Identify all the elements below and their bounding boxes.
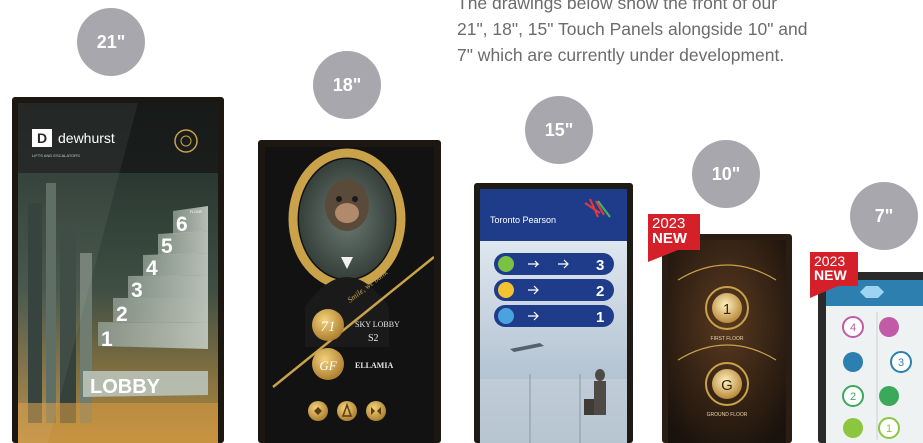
touch-panel-18: Smile, we bank 71 SKY LOBBY S2 GF ELLAMI…	[258, 140, 441, 443]
intro-line-3: 7" which are currently under development…	[457, 45, 785, 65]
panel-10-screen: 1 FIRST FLOOR G GROUND FLOOR	[668, 240, 786, 443]
panel-18-screen: Smile, we bank 71 SKY LOBBY S2 GF ELLAMI…	[265, 147, 434, 443]
panel-21-graphic: D dewhurst LIFTS AND ESCALATORS 6 5 4 3 …	[18, 103, 218, 443]
new-tag-10: 2023 NEW	[648, 214, 700, 262]
panel-7-drink-icon	[843, 418, 863, 438]
panel-15-floor-2: 2	[596, 283, 604, 300]
new-tag-10-year: 2023	[652, 215, 686, 232]
new-tag-7-year: 2023	[814, 253, 846, 269]
floor-2-button[interactable]: 2	[116, 303, 128, 326]
panel-15-graphic: Toronto Pearson 3 2 1	[480, 189, 627, 443]
panel-10-first-floor-caption: FIRST FLOOR	[711, 336, 744, 342]
sky-lobby-sub: S2	[368, 333, 379, 344]
panel-18-graphic: Smile, we bank 71 SKY LOBBY S2 GF ELLAMI…	[272, 148, 434, 421]
panel-7-floor-3: 3	[898, 357, 904, 369]
gf-sub-label: ELLAMIA	[355, 361, 393, 370]
panel-7-graphic: 4 3 2 1	[826, 280, 923, 443]
panel-10-floor-g-label: G	[721, 377, 733, 394]
panel-7-floor-2: 2	[850, 391, 856, 403]
panel-15-screen: Toronto Pearson 3 2 1	[480, 189, 627, 443]
panel-10-floor-1-label: 1	[723, 301, 731, 318]
floor-5-button[interactable]: 5	[161, 235, 173, 258]
panel-7-people-icon	[843, 352, 863, 372]
panel-15-brand: Toronto Pearson	[490, 215, 556, 225]
panel-21-screen: D dewhurst LIFTS AND ESCALATORS 6 5 4 3 …	[18, 103, 218, 443]
panel-7-floor-4: 4	[850, 322, 856, 334]
traveller-silhouette	[595, 369, 605, 381]
lobby-button[interactable]: LOBBY	[90, 376, 161, 398]
panel-15-floor-1: 1	[596, 309, 604, 326]
floor-1-button[interactable]: 1	[101, 328, 113, 351]
panel-15-floor-3: 3	[596, 257, 604, 274]
size-badge-10: 10"	[692, 140, 760, 208]
floor-4-button[interactable]: 4	[146, 257, 158, 280]
floor-6-button[interactable]: 6	[176, 213, 188, 236]
panel-10-ground-floor-caption: GROUND FLOOR	[707, 412, 748, 418]
intro-line-2: 21", 18", 15" Touch Panels alongside 10"…	[457, 19, 808, 39]
new-tag-7: 2023 NEW	[810, 252, 858, 298]
size-badge-18: 18"	[313, 51, 381, 119]
intro-line-1: The drawings below show the front of our	[457, 0, 778, 13]
panel-7-shop-icon	[879, 317, 899, 337]
new-tag-7-label: NEW	[814, 267, 847, 283]
size-badge-21: 21"	[77, 8, 145, 76]
new-tag-10-label: NEW	[652, 230, 687, 247]
door-close-icon[interactable]	[366, 401, 386, 421]
floor-71-label: 71	[321, 319, 336, 335]
panel-7-floor-1: 1	[886, 423, 892, 435]
sky-lobby-label: SKY LOBBY	[355, 320, 400, 329]
panel-7-screen: 4 3 2 1	[826, 280, 923, 443]
panel-7-garden-icon	[879, 386, 899, 406]
size-badge-7: 7"	[850, 182, 918, 250]
touch-panel-21: D dewhurst LIFTS AND ESCALATORS 6 5 4 3 …	[12, 97, 224, 443]
touch-panel-15: Toronto Pearson 3 2 1	[474, 183, 633, 443]
intro-text: The drawings below show the front of our…	[457, 0, 923, 68]
touch-panel-10: 1 FIRST FLOOR G GROUND FLOOR	[662, 234, 792, 443]
floor-caption: FLOOR	[190, 210, 203, 214]
floor-3-button[interactable]: 3	[131, 279, 143, 302]
panel-10-graphic: 1 FIRST FLOOR G GROUND FLOOR	[668, 240, 786, 443]
floor-gf-label: GF	[319, 358, 337, 373]
size-badge-15: 15"	[525, 96, 593, 164]
